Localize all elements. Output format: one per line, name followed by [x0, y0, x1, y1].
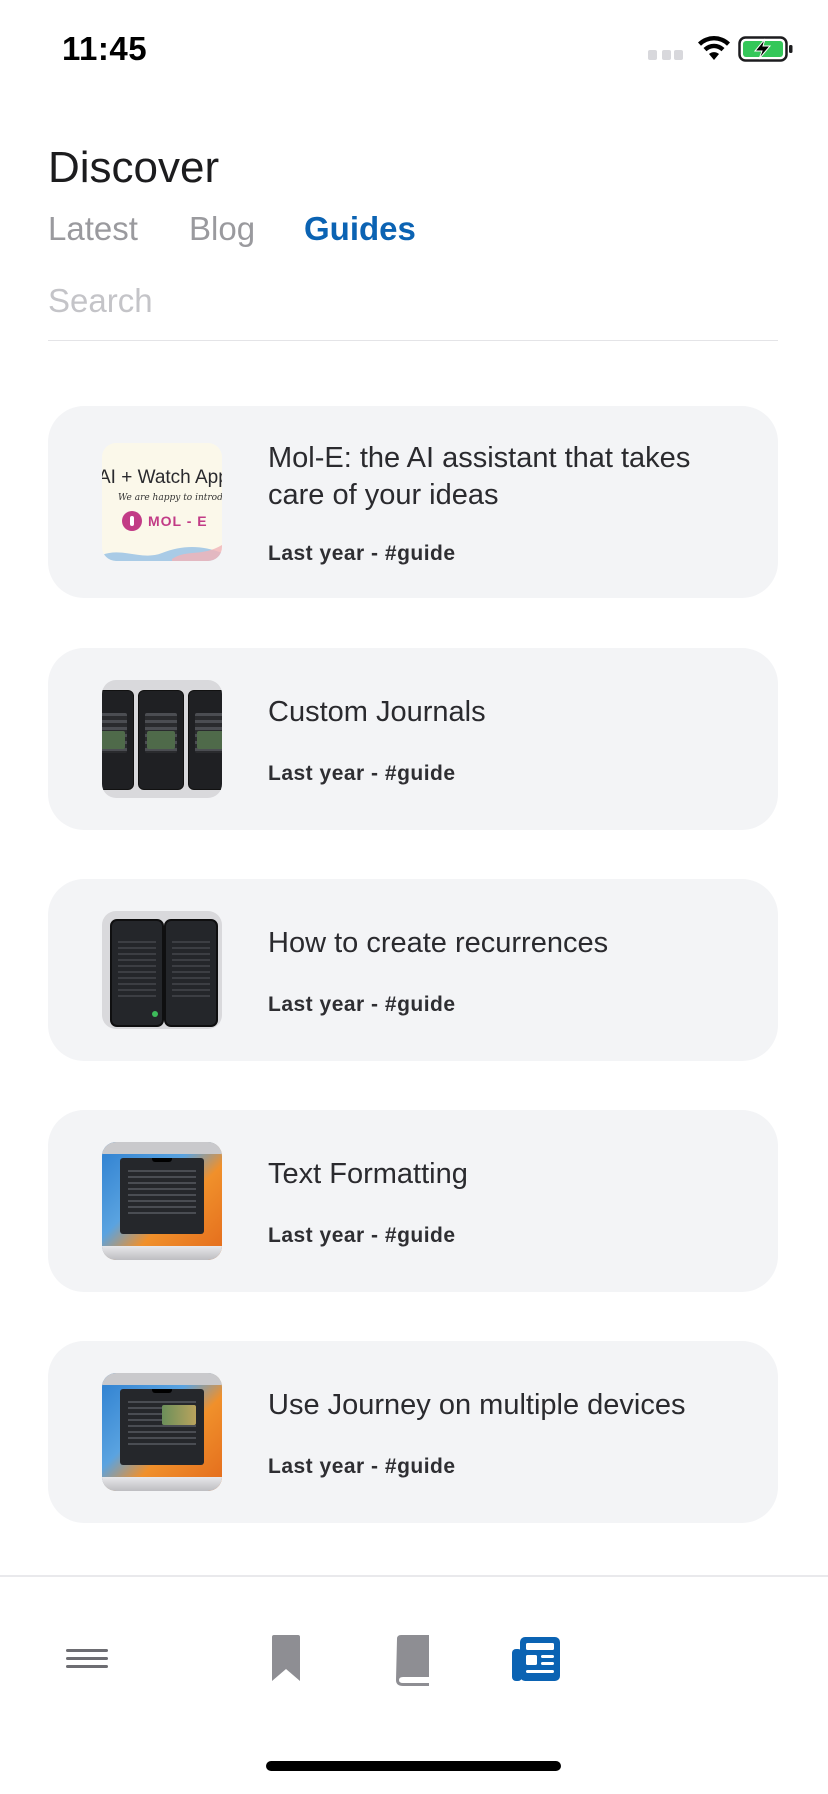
tab-guides[interactable]: Guides [304, 210, 416, 248]
wave-decoration [102, 545, 222, 561]
home-indicator [266, 1761, 561, 1771]
recurrence-thumbnail [102, 911, 222, 1029]
guide-meta: Last year - #guide [268, 1455, 456, 1478]
guide-card[interactable]: Custom Journals Last year - #guide [48, 648, 778, 830]
guide-meta: Last year - #guide [268, 542, 456, 565]
tab-blog[interactable]: Blog [189, 210, 255, 248]
wifi-icon [698, 36, 730, 60]
newspaper-icon [512, 1637, 560, 1681]
guide-meta: Last year - #guide [268, 1224, 456, 1247]
mac-multi-thumbnail [102, 1373, 222, 1491]
bookmark-icon [272, 1635, 300, 1681]
status-bar: 11:45 [0, 0, 828, 100]
guide-title: Custom Journals [268, 696, 486, 728]
guide-title: Mol-E: the AI assistant that takes care … [268, 442, 691, 511]
guide-title: Use Journey on multiple devices [268, 1389, 686, 1421]
guide-meta: Last year - #guide [268, 993, 456, 1016]
tab-bar-journal[interactable] [383, 1629, 443, 1689]
battery-charging-icon [738, 36, 793, 62]
thumb-caption: AI + Watch App [102, 467, 222, 488]
thumb-subcaption: We are happy to introduce [118, 493, 222, 503]
tab-bar-menu[interactable] [57, 1629, 117, 1689]
guide-title: How to create recurrences [268, 927, 609, 959]
guide-card[interactable]: AI + Watch App We are happy to introduce… [48, 406, 778, 598]
menu-icon [66, 1649, 108, 1668]
guide-title: Text Formatting [268, 1158, 468, 1190]
guide-card[interactable]: Text Formatting Last year - #guide [48, 1110, 778, 1292]
status-time: 11:45 [62, 30, 148, 67]
book-icon [396, 1635, 429, 1686]
guide-card[interactable]: How to create recurrences Last year - #g… [48, 879, 778, 1061]
page-title: Discover [48, 143, 220, 192]
phones-thumbnail [102, 680, 222, 798]
tab-bar-bookmarks[interactable] [256, 1629, 316, 1689]
thumb-brand: MOL - E [148, 513, 208, 529]
mac-thumbnail [102, 1142, 222, 1260]
search-input[interactable] [48, 272, 778, 341]
tab-bar-discover[interactable] [508, 1629, 568, 1689]
microphone-icon [122, 511, 142, 531]
tab-latest[interactable]: Latest [48, 210, 138, 248]
guide-card[interactable]: Use Journey on multiple devices Last yea… [48, 1341, 778, 1523]
guide-meta: Last year - #guide [268, 762, 456, 785]
signal-icon [648, 50, 688, 62]
mole-thumbnail: AI + Watch App We are happy to introduce… [102, 443, 222, 561]
